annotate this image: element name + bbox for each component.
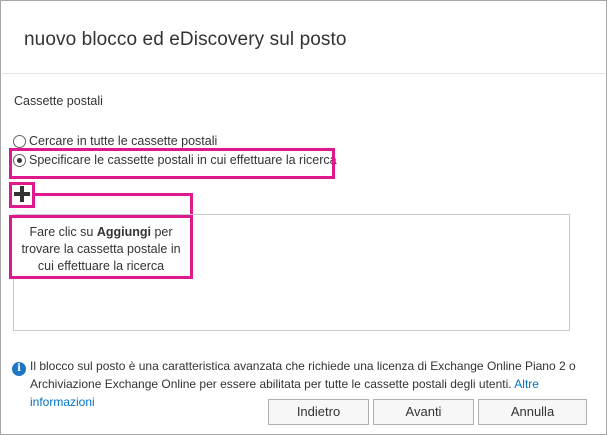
highlight-box-add (9, 182, 35, 208)
title-divider (2, 73, 605, 74)
radio-button-unchecked[interactable] (13, 134, 26, 148)
callout-text-before: Fare clic su (29, 225, 97, 239)
highlight-box-radio (9, 148, 335, 179)
dialog-title: nuovo blocco ed eDiscovery sul posto (24, 29, 347, 50)
callout-instruction: Fare clic su Aggiungi per trovare la cas… (9, 215, 193, 279)
next-button[interactable]: Avanti (373, 399, 474, 425)
license-info-message: Il blocco sul posto è una caratteristica… (30, 359, 576, 391)
radio-search-all-mailboxes[interactable]: Cercare in tutte le cassette postali (13, 134, 217, 148)
cancel-button[interactable]: Annulla (478, 399, 587, 425)
callout-text-bold: Aggiungi (96, 225, 151, 239)
mailboxes-section-label: Cassette postali (14, 94, 103, 108)
back-button[interactable]: Indietro (268, 399, 369, 425)
radio-label-search-all: Cercare in tutte le cassette postali (29, 134, 218, 148)
info-icon: i (12, 362, 26, 376)
dialog-window: nuovo blocco ed eDiscovery sul posto Cas… (0, 0, 607, 435)
callout-connector-horizontal (35, 193, 193, 196)
